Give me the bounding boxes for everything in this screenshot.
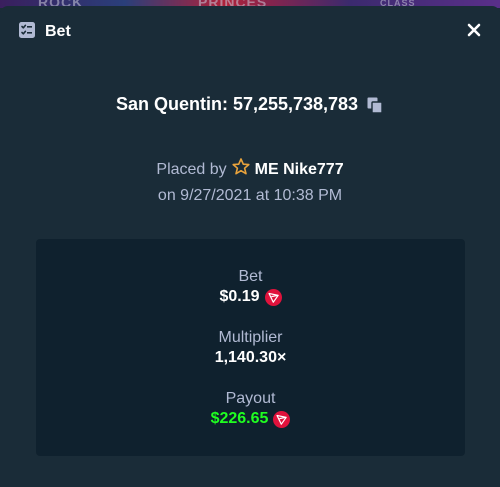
bet-value-row: $0.19 xyxy=(36,287,465,307)
bet-stats-card: Bet $0.19 Multiplier 1,140.30× Payout $2… xyxy=(36,239,465,456)
placed-by-label: Placed by xyxy=(156,160,227,178)
tron-coin-icon xyxy=(264,288,282,306)
bet-identifier: San Quentin: 57,255,738,783 xyxy=(0,94,500,115)
copy-button[interactable] xyxy=(366,96,384,114)
close-button[interactable] xyxy=(466,22,482,38)
payout-value: $226.65 xyxy=(210,410,269,427)
payout-label: Payout xyxy=(225,390,276,407)
copy-icon xyxy=(367,97,383,114)
payout-stat: Payout $226.65 xyxy=(36,389,465,429)
modal-title: Bet xyxy=(45,23,71,40)
star-icon xyxy=(231,157,251,182)
bet-label: Bet xyxy=(238,268,263,285)
payout-value-row: $226.65 xyxy=(36,409,465,429)
bet-value: $0.19 xyxy=(219,288,260,305)
multiplier-value: 1,140.30× xyxy=(214,349,287,366)
bet-slip-icon xyxy=(18,21,36,44)
bet-modal: Bet San Quentin: 57,255,738,783 Placed b… xyxy=(0,6,500,487)
bet-amount-stat: Bet $0.19 xyxy=(36,267,465,307)
placed-by-line: Placed by ME Nike777 xyxy=(0,157,500,182)
game-name-and-bet-id: San Quentin: 57,255,738,783 xyxy=(115,94,359,114)
username-link[interactable]: ME Nike777 xyxy=(255,161,344,179)
multiplier-stat: Multiplier 1,140.30× xyxy=(36,328,465,368)
bet-date: on 9/27/2021 at 10:38 PM xyxy=(157,187,343,204)
modal-header: Bet xyxy=(18,20,71,44)
close-icon xyxy=(467,23,481,37)
tron-coin-icon xyxy=(273,410,291,428)
multiplier-label: Multiplier xyxy=(218,329,283,346)
